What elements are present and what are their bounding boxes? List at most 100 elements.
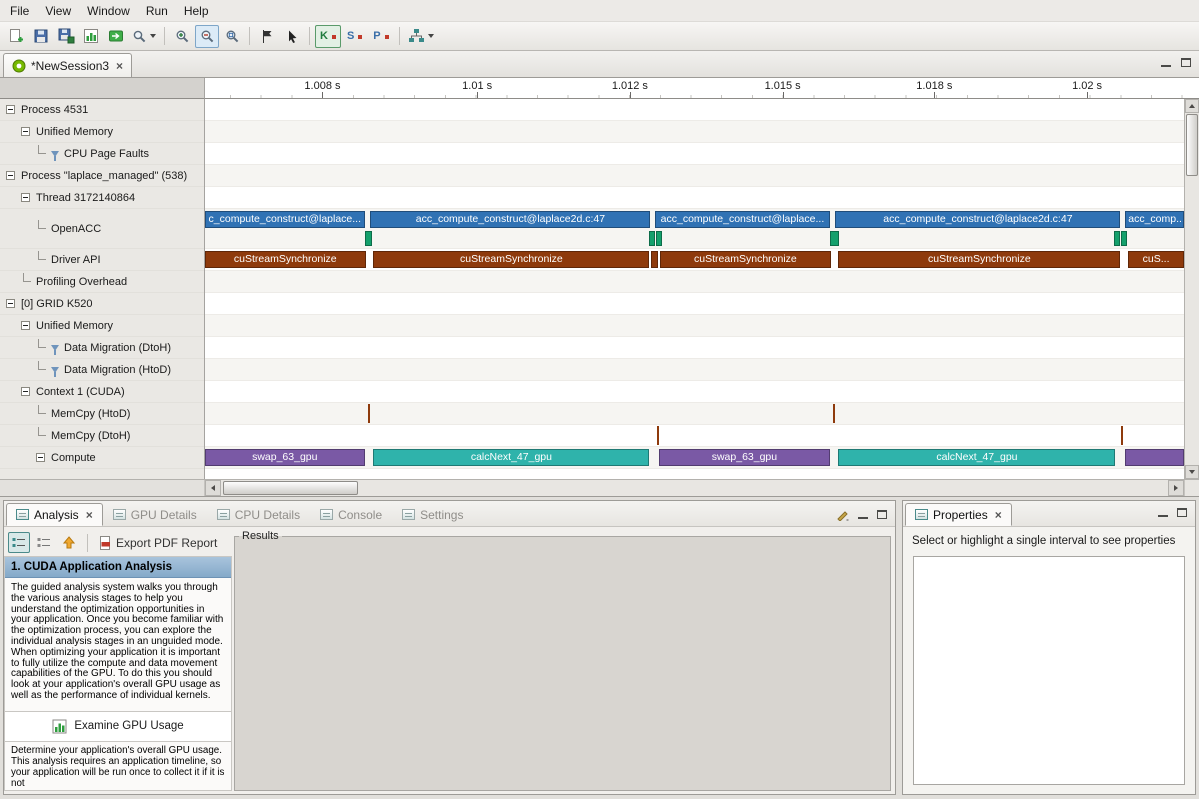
interval-bar[interactable]	[651, 251, 658, 268]
interval-bar[interactable]: cuStreamSynchronize	[205, 251, 366, 268]
zoom-out-button[interactable]	[195, 25, 219, 48]
timeline-lane-driver-api[interactable]: cuStreamSynchronize cuStreamSynchronize cu…	[205, 249, 1184, 271]
back-up-button[interactable]	[58, 532, 80, 553]
tree-row-driver-api[interactable]: Driver API	[0, 249, 204, 271]
filter-icon[interactable]	[51, 367, 59, 373]
collapse-minus-icon[interactable]	[36, 453, 45, 462]
new-session-button[interactable]	[4, 25, 28, 48]
interval-bar[interactable]	[1121, 231, 1127, 246]
tree-row-memcpy-htod[interactable]: MemCpy (HtoD)	[0, 403, 204, 425]
close-icon[interactable]: ×	[116, 59, 123, 73]
interval-bar[interactable]: cuStreamSynchronize	[373, 251, 649, 268]
tree-row-openacc[interactable]: OpenACC	[0, 209, 204, 249]
timeline-lane-profiling-overhead[interactable]	[205, 271, 1184, 293]
minimize-icon[interactable]	[1161, 59, 1171, 67]
collapse-minus-icon[interactable]	[21, 193, 30, 202]
tree-row-thread-3172140864[interactable]: Thread 3172140864	[0, 187, 204, 209]
tab-analysis[interactable]: Analysis×	[6, 503, 103, 526]
tree-row-grid-k520[interactable]: [0] GRID K520	[0, 293, 204, 315]
interval-bar[interactable]: cuStreamSynchronize	[660, 251, 830, 268]
collapse-minus-icon[interactable]	[6, 299, 15, 308]
tree-row-compute[interactable]: Compute	[0, 447, 204, 469]
timeline-lane-memcpy-dtoh[interactable]	[205, 425, 1184, 447]
timeline-lane-thread-3172140864[interactable]	[205, 187, 1184, 209]
timeline-lane-cpu-page-faults[interactable]	[205, 143, 1184, 165]
maximize-icon[interactable]	[1177, 508, 1187, 517]
minimize-icon[interactable]	[858, 511, 868, 519]
timeline-lane-context-1-cuda[interactable]	[205, 381, 1184, 403]
tree-row-cpu-page-faults[interactable]: CPU Page Faults	[0, 143, 204, 165]
collapse-minus-icon[interactable]	[21, 321, 30, 330]
memcpy-tick[interactable]	[1121, 426, 1123, 445]
zoom-fit-button[interactable]	[220, 25, 244, 48]
tab-cpu-details[interactable]: CPU Details	[207, 503, 310, 526]
tree-row-profiling-overhead[interactable]: Profiling Overhead	[0, 271, 204, 293]
menu-help[interactable]: Help	[176, 1, 217, 21]
unguided-analysis-button[interactable]	[33, 532, 55, 553]
menu-run[interactable]: Run	[138, 1, 176, 21]
tab-console[interactable]: Console	[310, 503, 392, 526]
timeline-lane-unified-memory-gpu[interactable]	[205, 315, 1184, 337]
filter-icon[interactable]	[51, 345, 59, 351]
close-icon[interactable]: ×	[86, 508, 93, 522]
interval-bar[interactable]	[365, 231, 373, 246]
tree-row-process-laplace[interactable]: Process "laplace_managed" (538)	[0, 165, 204, 187]
timeline-lane-process-laplace[interactable]	[205, 165, 1184, 187]
save-button[interactable]	[29, 25, 53, 48]
kernel-toggle-button[interactable]: K	[315, 25, 341, 48]
tab-gpu-details[interactable]: GPU Details	[103, 503, 207, 526]
tree-row-data-migration-htod[interactable]: Data Migration (HtoD)	[0, 359, 204, 381]
interval-bar[interactable]: swap_63_gpu	[205, 449, 365, 466]
sync-toggle-button[interactable]: S	[342, 25, 367, 48]
collapse-minus-icon[interactable]	[21, 387, 30, 396]
maximize-icon[interactable]	[877, 510, 887, 519]
tree-row-data-migration-dtoh[interactable]: Data Migration (DtoH)	[0, 337, 204, 359]
tab-settings[interactable]: Settings	[392, 503, 473, 526]
interval-bar[interactable]: swap_63_gpu	[659, 449, 829, 466]
memcpy-tick[interactable]	[833, 404, 835, 423]
tree-row-process-4531[interactable]: Process 4531	[0, 99, 204, 121]
tree-row-unified-memory-gpu[interactable]: Unified Memory	[0, 315, 204, 337]
scroll-right-button[interactable]	[1168, 480, 1184, 496]
timeline-lane-openacc[interactable]: c_compute_construct@laplace... acc_comput…	[205, 209, 1184, 249]
menu-window[interactable]: Window	[79, 1, 138, 21]
menu-view[interactable]: View	[37, 1, 79, 21]
interval-bar[interactable]: cuS...	[1128, 251, 1184, 268]
close-icon[interactable]: ×	[995, 508, 1002, 522]
interval-bar[interactable]	[1114, 231, 1120, 246]
examine-gpu-usage-button[interactable]: Examine GPU Usage	[5, 711, 231, 742]
interval-bar[interactable]: calcNext_47_gpu	[838, 449, 1115, 466]
interval-bar[interactable]	[830, 231, 840, 246]
tree-row-unified-memory-cpu[interactable]: Unified Memory	[0, 121, 204, 143]
tree-row-memcpy-dtoh[interactable]: MemCpy (DtoH)	[0, 425, 204, 447]
interval-bar[interactable]: acc_compute_construct@laplace...	[655, 211, 829, 228]
menu-file[interactable]: File	[2, 1, 37, 21]
timeline-lane-grid-k520[interactable]	[205, 293, 1184, 315]
interval-bar[interactable]: calcNext_47_gpu	[373, 449, 649, 466]
marker-flag-button[interactable]	[255, 25, 279, 48]
interval-bar[interactable]	[649, 231, 655, 246]
scroll-left-button[interactable]	[205, 480, 221, 496]
memcpy-tick[interactable]	[657, 426, 659, 445]
timeline-lane-data-migration-htod[interactable]	[205, 359, 1184, 381]
view-menu-icon[interactable]	[836, 508, 849, 521]
interval-bar[interactable]: acc_comp...	[1125, 211, 1184, 228]
collapse-minus-icon[interactable]	[6, 171, 15, 180]
horizontal-scroll-thumb[interactable]	[223, 481, 358, 495]
timeline-lane-compute[interactable]: swap_63_gpu calcNext_47_gpu swap_63_gpu cal…	[205, 447, 1184, 469]
interval-bar[interactable]: c_compute_construct@laplace...	[205, 211, 365, 228]
export-pdf-button[interactable]: Export PDF Report	[95, 532, 221, 553]
timeline-lane-process-4531[interactable]	[205, 99, 1184, 121]
pointer-button[interactable]	[280, 25, 304, 48]
search-settings-button[interactable]	[129, 25, 159, 48]
timeline-lane-unified-memory-cpu[interactable]	[205, 121, 1184, 143]
filter-icon[interactable]	[51, 151, 59, 157]
perf-toggle-button[interactable]: P	[368, 25, 393, 48]
minimize-icon[interactable]	[1158, 509, 1168, 517]
tab-properties[interactable]: Properties ×	[905, 503, 1012, 526]
session-tab[interactable]: *NewSession3 ×	[3, 53, 132, 77]
vertical-scroll-thumb[interactable]	[1186, 114, 1198, 176]
horizontal-scrollbar[interactable]	[221, 480, 1168, 496]
guided-analysis-button[interactable]	[8, 532, 30, 553]
vertical-scrollbar[interactable]	[1184, 99, 1199, 479]
